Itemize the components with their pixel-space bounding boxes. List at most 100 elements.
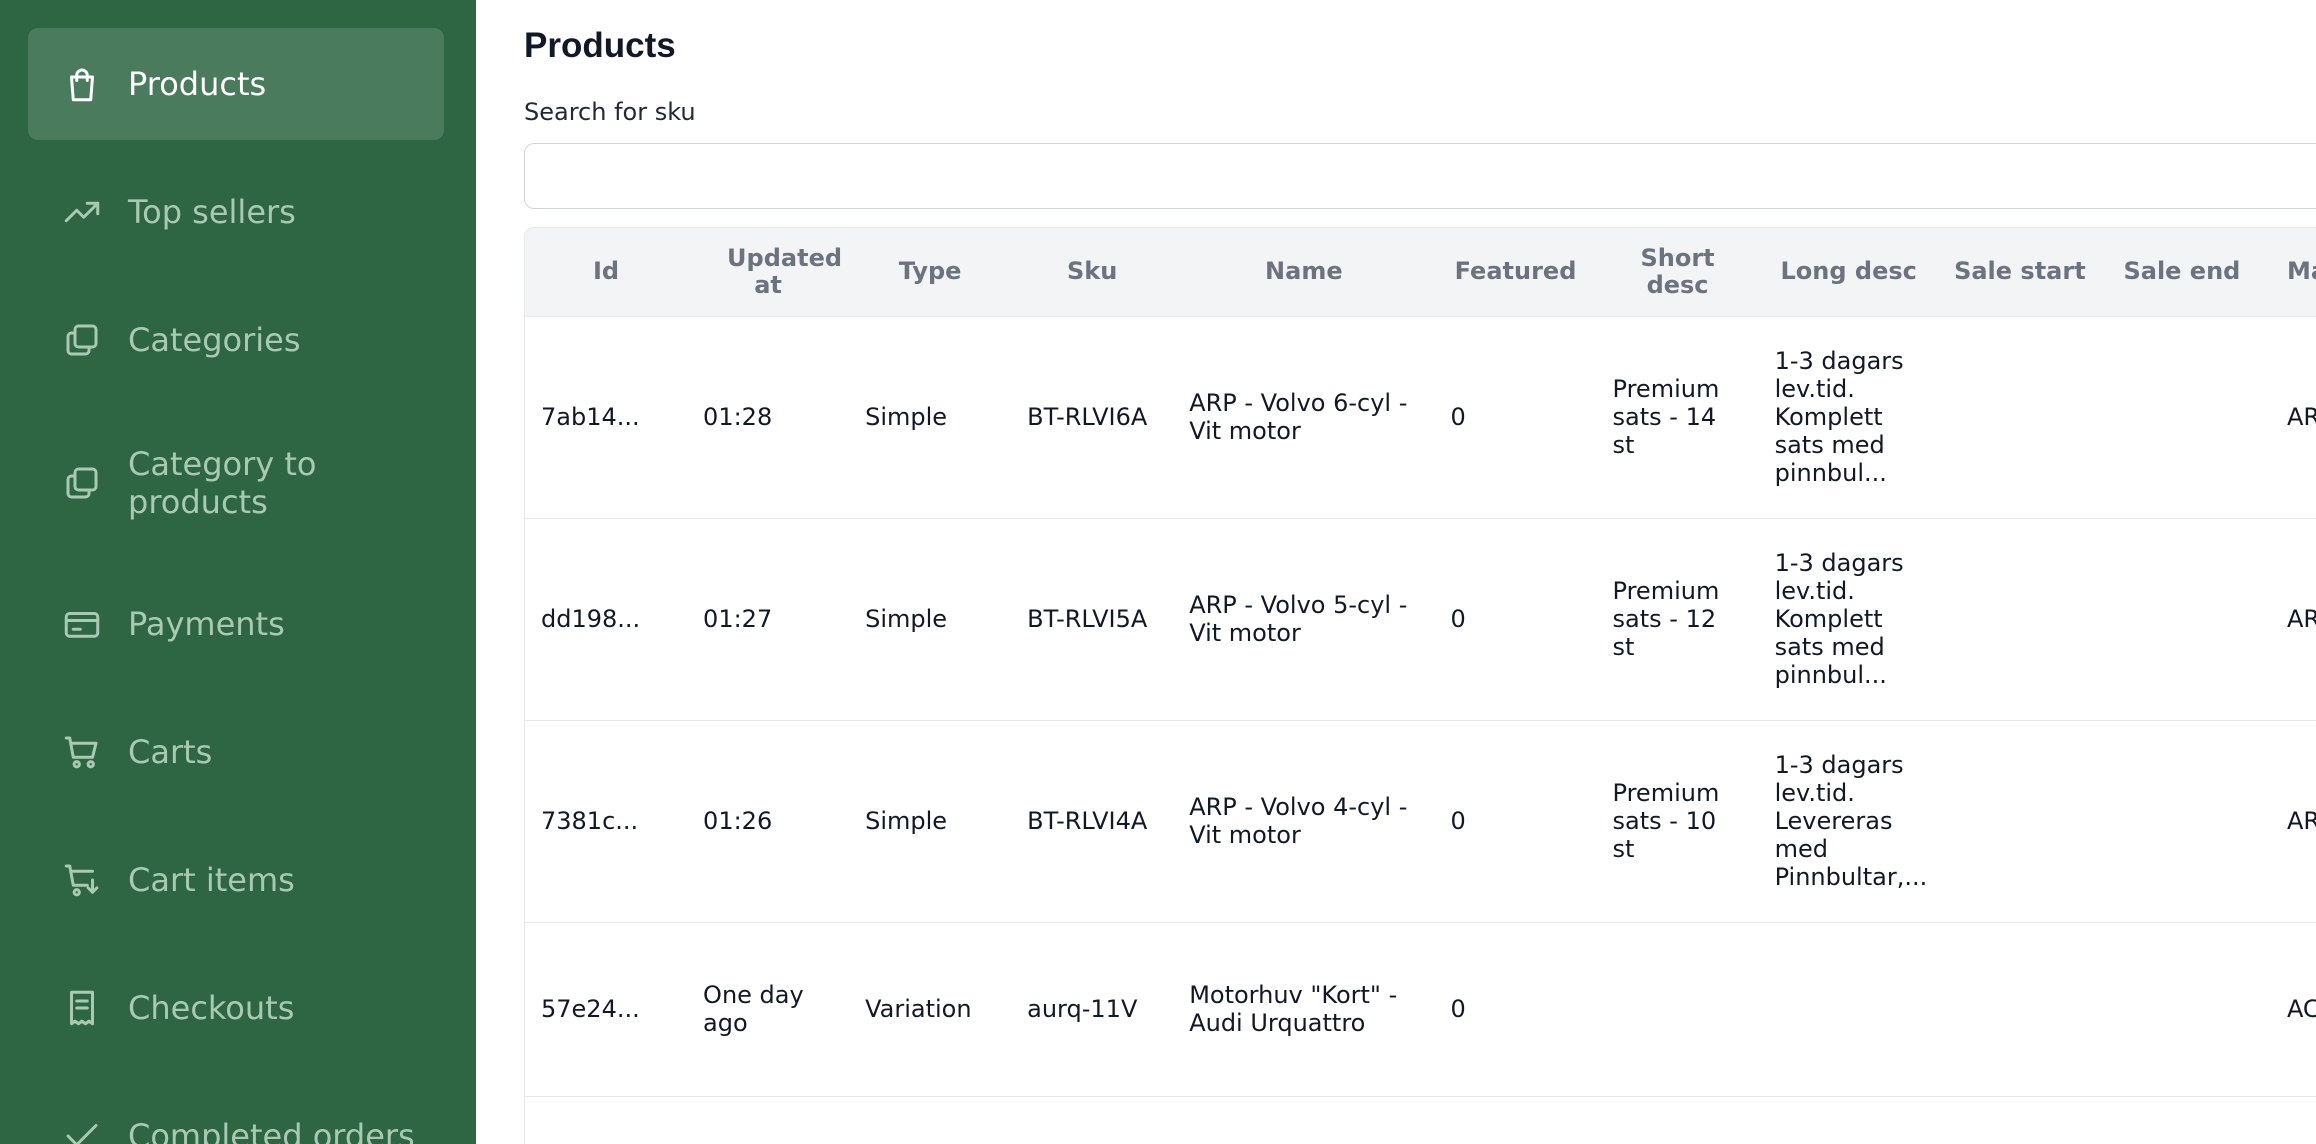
cell-name: Motorhuv "Kort" - Audi Urquattro [1173, 921, 1435, 1096]
sidebar-item-label: Completed orders [128, 1117, 415, 1144]
table-row[interactable]: 57e24... One day ago Variation aurq-11V … [525, 921, 2316, 1096]
column-header-sale-start[interactable]: Sale start [1939, 228, 2101, 316]
column-header-sku[interactable]: Sku [1011, 228, 1173, 316]
column-header-long-desc[interactable]: Long desc [1759, 228, 1939, 316]
column-header-id[interactable]: Id [525, 228, 687, 316]
cell-id: 7ab14... [525, 315, 688, 518]
sidebar-item-label: Categories [128, 321, 301, 359]
cell-updated-at: One day ago [687, 921, 850, 1096]
cell-sale-end [2100, 517, 2263, 720]
cell-sale-start [1938, 1095, 2101, 1144]
sidebar-item-label: Category to products [128, 445, 317, 521]
sidebar-item-categories[interactable]: Categories [28, 284, 444, 396]
cell-id: 57e24... [525, 921, 688, 1096]
cell-type [849, 1095, 1012, 1144]
cell-updated-at: 01:28 [687, 315, 850, 518]
cell-manufacturer: ACM [2262, 921, 2316, 1096]
cell-type: Variation [849, 921, 1012, 1096]
sidebar-item-label: Checkouts [128, 989, 295, 1027]
table-row[interactable] [525, 1095, 2316, 1144]
sku-search-input[interactable] [524, 143, 2316, 209]
cell-sku: BT-RLVI5A [1011, 517, 1174, 720]
cell-manufacturer: ARP [2262, 517, 2316, 720]
cell-name: ARP - Volvo 6-cyl - Vit motor [1173, 315, 1435, 518]
cell-type: Simple [849, 315, 1012, 518]
cell-sale-start [1938, 517, 2101, 720]
sidebar: Products Top sellers Categories Category… [0, 0, 476, 1144]
column-header-short-desc[interactable]: Short desc [1597, 228, 1759, 316]
column-header-sale-end[interactable]: Sale end [2101, 228, 2263, 316]
copy-icon [61, 462, 103, 504]
cell-sku [1011, 1095, 1174, 1144]
sidebar-item-completed-orders[interactable]: Completed orders [28, 1080, 444, 1144]
shopping-bag-icon [61, 63, 103, 105]
cell-sku: aurq-11V [1011, 921, 1174, 1096]
sidebar-item-payments[interactable]: Payments [28, 568, 444, 680]
cell-long-desc [1758, 921, 1939, 1096]
search-label: Search for sku [524, 98, 696, 126]
cell-type: Simple [849, 719, 1012, 922]
sidebar-item-cart-items[interactable]: Cart items [28, 824, 444, 936]
cell-sale-start [1938, 719, 2101, 922]
credit-card-icon [61, 603, 103, 645]
cell-name: ARP - Volvo 5-cyl - Vit motor [1173, 517, 1435, 720]
column-header-type[interactable]: Type [849, 228, 1011, 316]
cell-manufacturer: ARP [2262, 315, 2316, 518]
sidebar-item-label: Cart items [128, 861, 295, 899]
cell-long-desc: 1-3 dagars lev.tid. Komplett sats med pi… [1758, 517, 1939, 720]
column-header-updated-at[interactable]: Updated at [687, 228, 849, 316]
cell-sale-end [2100, 315, 2263, 518]
page-title: Products [524, 26, 676, 65]
cell-sale-start [1938, 921, 2101, 1096]
cell-short-desc: Premium sats - 12 st [1596, 517, 1759, 720]
cell-updated-at [687, 1095, 850, 1144]
cell-id [525, 1095, 688, 1144]
cell-sale-end [2100, 921, 2263, 1096]
cell-short-desc: Premium sats - 14 st [1596, 315, 1759, 518]
cell-type: Simple [849, 517, 1012, 720]
cell-short-desc [1596, 921, 1759, 1096]
cell-sku: BT-RLVI4A [1011, 719, 1174, 922]
cell-featured: 0 [1434, 921, 1597, 1096]
sidebar-item-category-to-products[interactable]: Category to products [28, 420, 444, 546]
sidebar-item-label: Products [128, 65, 267, 103]
cell-sku: BT-RLVI6A [1011, 315, 1174, 518]
table-header-row: Id Updated at Type Sku Name Featured Sho… [525, 228, 2316, 316]
cell-featured: 0 [1434, 315, 1597, 518]
cell-id: dd198... [525, 517, 688, 720]
trending-up-icon [61, 191, 103, 233]
cell-name [1173, 1095, 1435, 1144]
table-row[interactable]: 7ab14... 01:28 Simple BT-RLVI6A ARP - Vo… [525, 315, 2316, 518]
column-header-manufacturer[interactable]: Manu [2263, 228, 2316, 316]
cell-sale-end [2100, 719, 2263, 922]
cell-short-desc [1596, 1095, 1759, 1144]
cell-long-desc: 1-3 dagars lev.tid. Komplett sats med pi… [1758, 315, 1939, 518]
products-table: Id Updated at Type Sku Name Featured Sho… [525, 228, 2316, 1144]
cell-featured: 0 [1434, 517, 1597, 720]
receipt-icon [61, 987, 103, 1029]
cell-long-desc [1758, 1095, 1939, 1144]
cell-featured [1434, 1095, 1597, 1144]
cell-name: ARP - Volvo 4-cyl - Vit motor [1173, 719, 1435, 922]
table-row[interactable]: dd198... 01:27 Simple BT-RLVI5A ARP - Vo… [525, 517, 2316, 720]
sidebar-item-carts[interactable]: Carts [28, 696, 444, 808]
cart-download-icon [61, 859, 103, 901]
cell-manufacturer [2262, 1095, 2316, 1144]
sidebar-item-products[interactable]: Products [28, 28, 444, 140]
check-icon [61, 1115, 103, 1144]
column-header-name[interactable]: Name [1173, 228, 1434, 316]
cell-long-desc: 1-3 dagars lev.tid. Levereras med Pinnbu… [1758, 719, 1939, 922]
sidebar-item-label: Carts [128, 733, 213, 771]
cell-sale-start [1938, 315, 2101, 518]
cell-featured: 0 [1434, 719, 1597, 922]
copy-icon [61, 319, 103, 361]
sidebar-item-checkouts[interactable]: Checkouts [28, 952, 444, 1064]
column-header-featured[interactable]: Featured [1434, 228, 1596, 316]
cell-sale-end [2100, 1095, 2263, 1144]
cell-updated-at: 01:27 [687, 517, 850, 720]
sidebar-item-top-sellers[interactable]: Top sellers [28, 156, 444, 268]
table-row[interactable]: 7381c... 01:26 Simple BT-RLVI4A ARP - Vo… [525, 719, 2316, 922]
cell-id: 7381c... [525, 719, 688, 922]
cell-short-desc: Premium sats - 10 st [1596, 719, 1759, 922]
cell-manufacturer: ARP [2262, 719, 2316, 922]
